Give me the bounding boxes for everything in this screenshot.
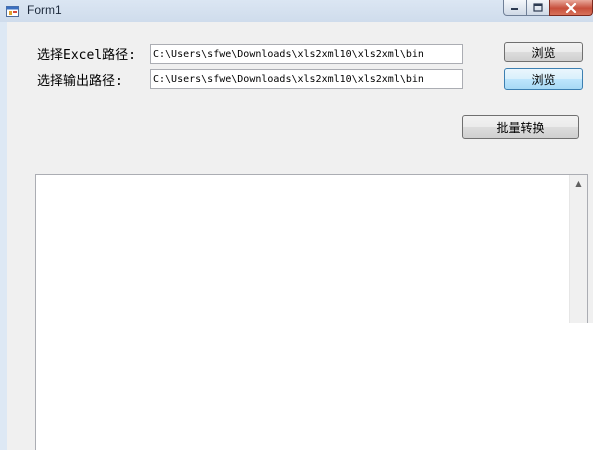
minimize-icon xyxy=(511,7,518,10)
form-client-area: 选择Excel路径: 浏览 选择输出路径: 浏览 批量转换 ▲ xyxy=(7,22,594,450)
batch-convert-button[interactable]: 批量转换 xyxy=(462,115,579,139)
close-icon xyxy=(565,2,577,13)
maximize-button[interactable] xyxy=(526,0,550,16)
excel-path-input[interactable] xyxy=(150,44,463,64)
app-window: Form1 选择Excel路径: 浏览 选择输出路径: 浏览 批量转换 xyxy=(0,0,601,450)
close-button[interactable] xyxy=(549,0,593,16)
output-log-textarea[interactable]: ▲ xyxy=(35,174,588,450)
maximize-icon xyxy=(533,3,543,12)
browse-output-button[interactable]: 浏览 xyxy=(504,68,583,90)
output-path-label: 选择输出路径: xyxy=(37,74,123,89)
screenshot-edge xyxy=(593,0,601,450)
form-app-icon xyxy=(6,6,19,17)
window-title: Form1 xyxy=(27,3,62,17)
excel-path-label: 选择Excel路径: xyxy=(37,48,136,63)
title-bar[interactable]: Form1 xyxy=(0,0,601,22)
minimize-button[interactable] xyxy=(503,0,527,16)
output-path-input[interactable] xyxy=(150,69,463,89)
browse-excel-button[interactable]: 浏览 xyxy=(504,42,583,62)
scroll-up-arrow-icon[interactable]: ▲ xyxy=(570,175,587,192)
